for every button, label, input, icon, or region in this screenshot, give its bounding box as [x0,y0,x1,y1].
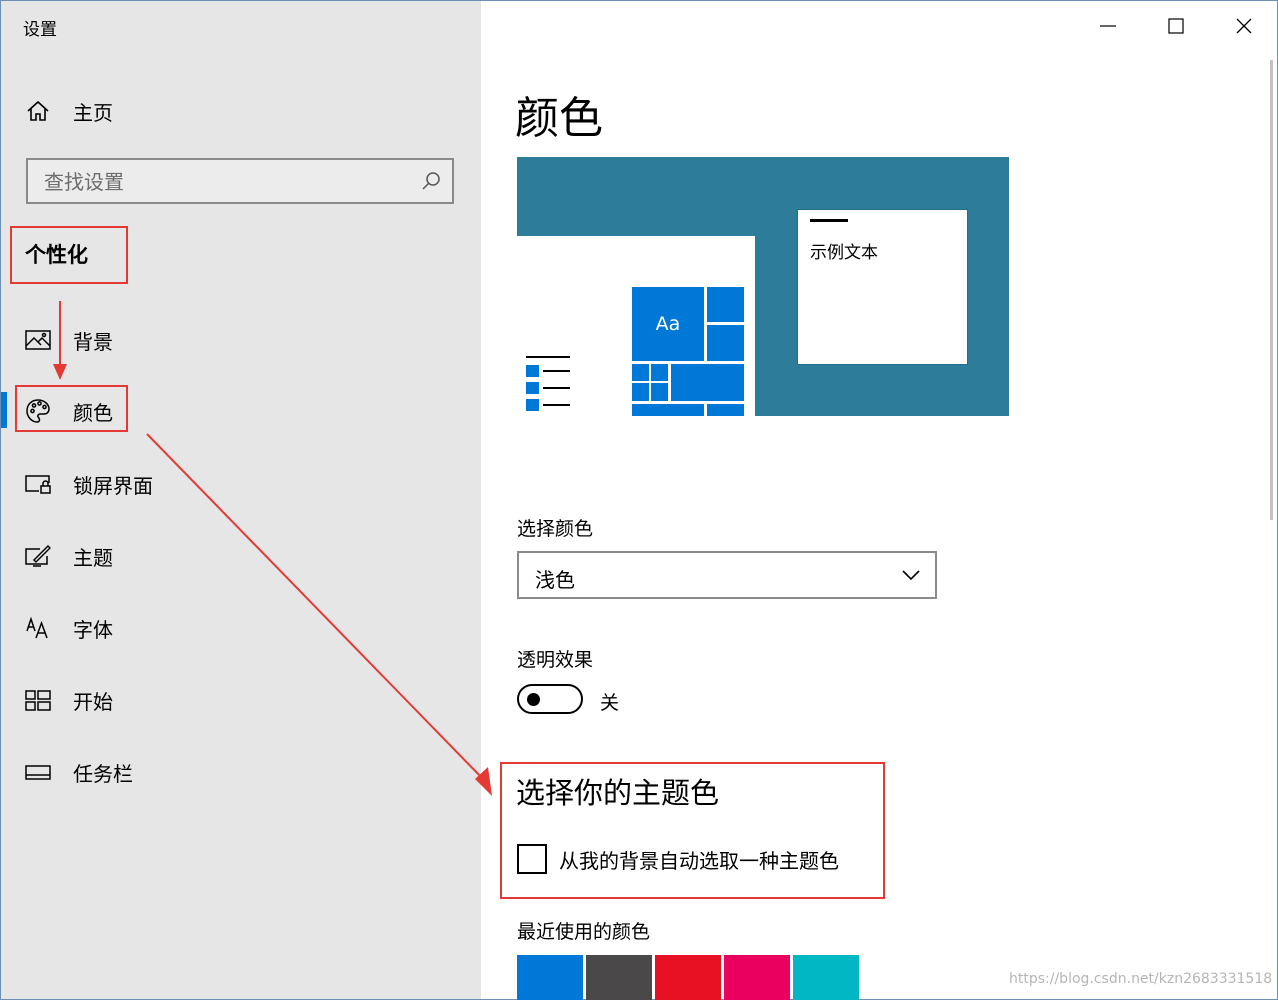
preview-tile [671,364,744,401]
color-swatch[interactable] [724,955,790,1000]
auto-accent-option[interactable]: 从我的背景自动选取一种主题色 [517,844,839,874]
color-preview: Aa 示例文本 [517,157,1009,416]
recent-colors [517,955,862,1000]
preview-tile-aa: Aa [632,287,704,361]
color-swatch[interactable] [793,955,859,1000]
choose-color-value: 浅色 [535,568,575,592]
toggle-knob [527,693,540,706]
preview-tile [707,325,744,361]
auto-accent-checkbox[interactable] [517,844,547,874]
page-title: 颜色 [515,93,603,144]
preview-start-pane: Aa [517,236,755,416]
transparency-toggle[interactable] [517,684,583,714]
maximize-icon [1167,17,1185,35]
close-button[interactable] [1210,0,1278,52]
preview-tile [632,404,704,416]
minimize-icon [1099,17,1117,35]
preview-tile [707,287,744,322]
preview-tile [651,364,668,381]
preview-sample-text: 示例文本 [810,243,878,263]
preview-sample-window: 示例文本 [797,209,968,365]
preview-tile [707,404,744,416]
chevron-down-icon [901,568,921,582]
maximize-button[interactable] [1142,0,1210,52]
transparency-state: 关 [600,692,620,714]
auto-accent-label: 从我的背景自动选取一种主题色 [559,848,839,873]
minimize-button[interactable] [1074,0,1142,52]
color-swatch[interactable] [586,955,652,1000]
color-swatch[interactable] [655,955,721,1000]
preview-tile [632,364,649,381]
color-swatch[interactable] [517,955,583,1000]
preview-tile [632,383,649,401]
accent-color-title: 选择你的主题色 [516,776,720,810]
choose-color-label: 选择颜色 [517,518,594,540]
preview-tile [651,383,668,401]
scrollbar[interactable] [1270,60,1273,520]
choose-color-dropdown[interactable]: 浅色 [517,551,937,599]
preview-window-titlebar [810,219,848,222]
watermark: https://blog.csdn.net/kzn2683331518 [1009,971,1273,987]
transparency-label: 透明效果 [517,649,594,671]
close-icon [1235,17,1253,35]
recent-colors-label: 最近使用的颜色 [517,921,651,943]
window-controls [1074,0,1278,52]
